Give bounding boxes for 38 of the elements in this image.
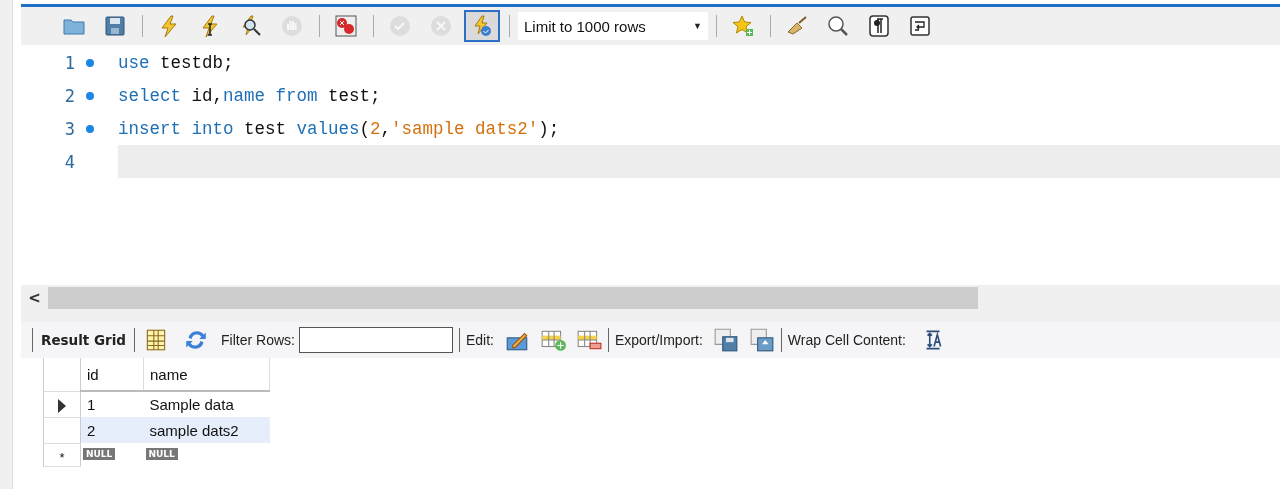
scrollbar-thumb[interactable]: [48, 286, 978, 309]
result-grid-tab[interactable]: Result Grid: [39, 332, 128, 348]
edit-label: Edit:: [465, 332, 494, 348]
grid-save-icon[interactable]: [712, 327, 739, 353]
code-line: insert into test values(2,'sample dats2');: [118, 117, 561, 141]
null-tag: NULL: [145, 448, 178, 460]
caret-icon[interactable]: ▼: [693, 21, 702, 31]
table-cell: 2: [80, 417, 144, 443]
line-number: 4: [63, 151, 75, 172]
search-icon: [826, 14, 850, 38]
column-header[interactable]: id: [80, 358, 144, 391]
filter-input[interactable]: [298, 327, 453, 353]
null-tag: NULL: [83, 448, 116, 460]
code-line: select id,name from test;: [118, 84, 382, 108]
line-number: 3: [63, 118, 75, 139]
checkmark-icon: [388, 14, 412, 38]
table-cell: sample dats2: [143, 417, 270, 443]
lightning-magnifier-icon: [239, 14, 263, 38]
export-import-label: Export/Import:: [614, 332, 703, 348]
wrap-cell-content-label: Wrap Cell Content:: [787, 332, 906, 348]
filter-rows-label: Filter Rows:: [221, 332, 295, 348]
hand-icon: [280, 14, 304, 38]
line-number: 1: [63, 52, 75, 73]
column-header[interactable]: name: [143, 358, 270, 391]
star-plus-icon: [731, 14, 755, 38]
table-cell: Sample data: [143, 391, 270, 417]
new-row-marker: *: [59, 449, 65, 465]
line-number: 2: [63, 85, 75, 106]
scroll-left-button[interactable]: <: [21, 288, 48, 307]
row-limit-dropdown[interactable]: Limit to 1000 rows ▼: [518, 12, 708, 40]
error-stop-icon: [334, 14, 358, 38]
line-wrap-icon: [908, 14, 932, 38]
code-line: use testdb;: [118, 51, 235, 75]
grid-upload-icon[interactable]: [748, 327, 775, 353]
toggle-button[interactable]: [464, 10, 500, 42]
cross-icon: [429, 14, 453, 38]
pilcrow-icon: [867, 14, 891, 38]
table-cell: 1: [80, 391, 144, 417]
